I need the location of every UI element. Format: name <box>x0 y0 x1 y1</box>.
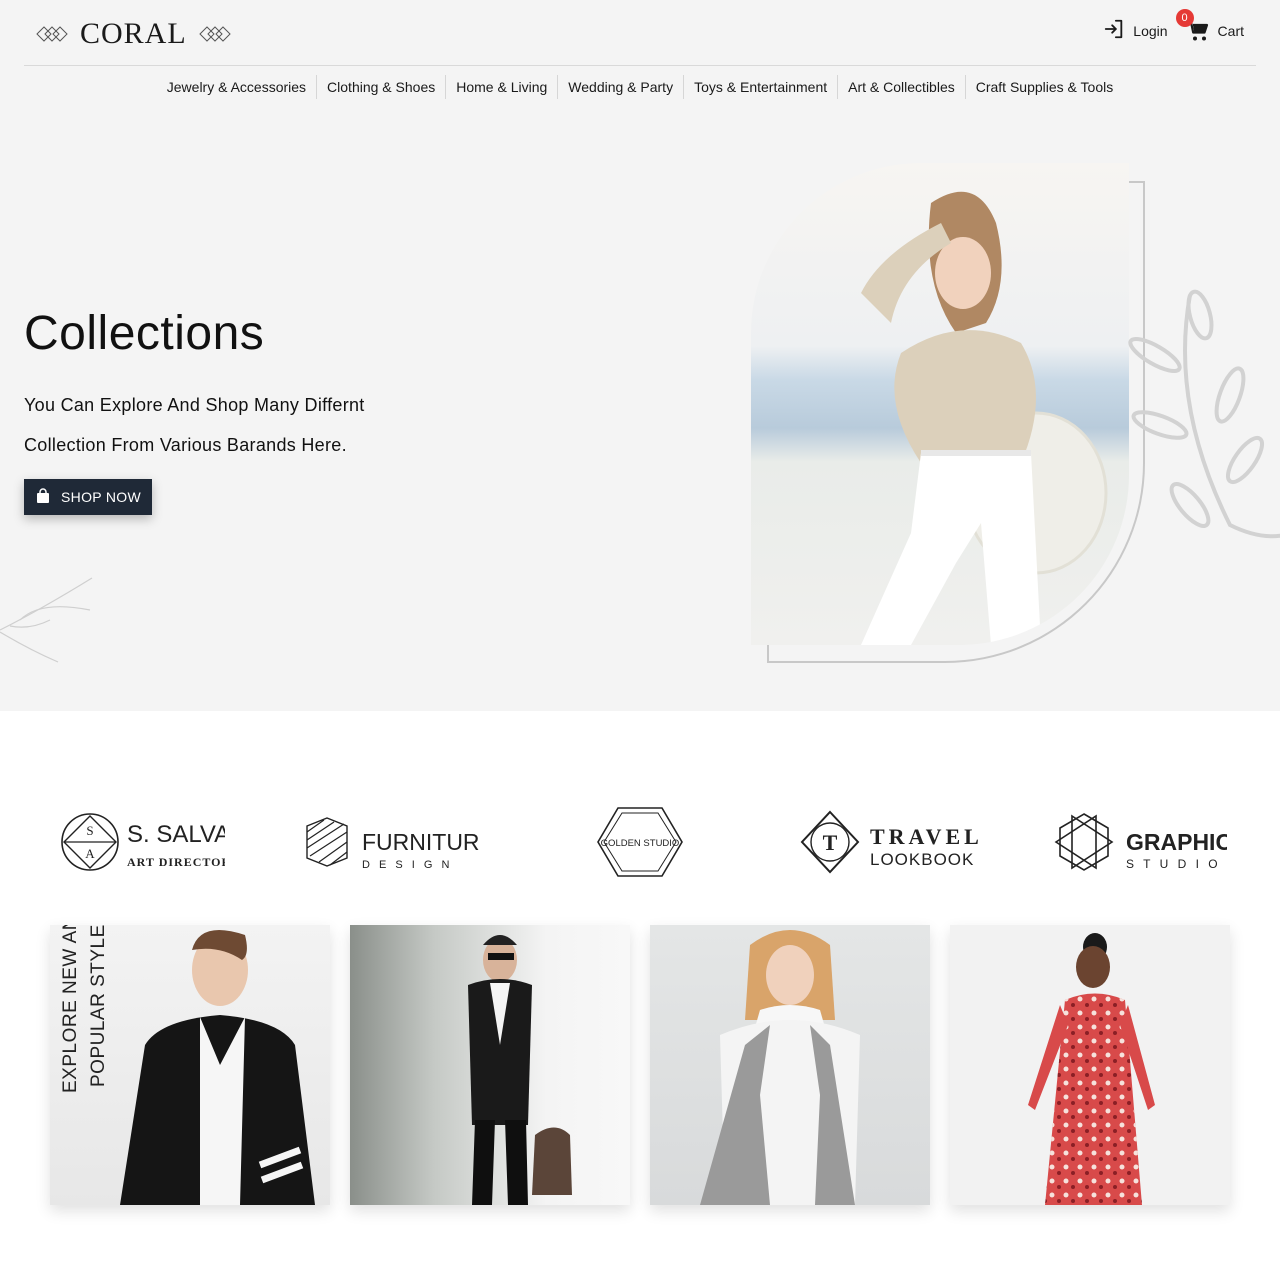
shop-now-button[interactable]: SHOP NOW <box>24 479 152 515</box>
collection-card[interactable] <box>950 925 1230 1205</box>
nav-item-art[interactable]: Art & Collectibles <box>837 75 965 99</box>
brand-name: GOLDEN STUDIO <box>601 838 680 849</box>
brand-name: S. SALVA <box>127 821 225 848</box>
brand-tagline: ART DIRECTOR <box>127 855 225 869</box>
shopping-bag-icon <box>35 487 51 507</box>
collection-card[interactable] <box>350 925 630 1205</box>
brand-mark-letter: A <box>85 846 95 861</box>
collection-card[interactable]: EXPLORE NEW AND POPULAR STYLES <box>50 925 330 1205</box>
category-nav: Jewelry & Accessories Clothing & Shoes H… <box>0 74 1280 100</box>
nav-item-clothing[interactable]: Clothing & Shoes <box>316 75 445 99</box>
brand-tagline: S T U D I O <box>1126 857 1221 871</box>
cart-count-badge: 0 <box>1175 8 1194 27</box>
promo-line: POPULAR STYLES <box>88 925 109 1087</box>
login-icon <box>1103 18 1125 43</box>
promo-line: EXPLORE NEW AND <box>60 925 81 1093</box>
brand-logo-travel-lookbook[interactable]: T TRAVEL LOOKBOOK <box>800 800 980 884</box>
nav-item-home[interactable]: Home & Living <box>445 75 557 99</box>
promo-vertical-text: EXPLORE NEW AND POPULAR STYLES <box>56 925 116 1095</box>
brand-logo-s-salva[interactable]: S A S. SALVA ART DIRECTOR <box>60 800 225 884</box>
logo[interactable]: CORAL <box>36 14 231 54</box>
diamond-ornament-icon <box>198 26 231 42</box>
hero-section: CORAL Login 0 Cart Jewelry & Accessories… <box>0 0 1280 711</box>
nav-item-jewelry[interactable]: Jewelry & Accessories <box>157 75 316 99</box>
header-actions: Login 0 Cart <box>1103 8 1244 43</box>
shop-now-label: SHOP NOW <box>61 489 141 505</box>
collection-card[interactable] <box>650 925 930 1205</box>
collection-cards: EXPLORE NEW AND POPULAR STYLES <box>50 925 1230 1205</box>
hero-model-photo <box>751 163 1129 645</box>
leaf-branch-decoration-icon <box>1110 285 1280 570</box>
diamond-ornament-icon <box>36 26 68 42</box>
cart-button[interactable]: 0 Cart <box>1175 8 1244 43</box>
brand-logos: S A S. SALVA ART DIRECTOR FURNITURE D E … <box>0 800 1280 884</box>
brand-name: GRAPHIC <box>1126 829 1227 855</box>
hero-subtitle-line: You Can Explore And Shop Many Differnt <box>24 395 365 415</box>
hero-subtitle: You Can Explore And Shop Many Differnt C… <box>24 385 444 465</box>
nav-item-toys[interactable]: Toys & Entertainment <box>683 75 837 99</box>
photo-frame-outline <box>1129 181 1145 183</box>
brand-tagline: D E S I G N <box>362 859 452 871</box>
login-button[interactable]: Login <box>1103 18 1168 43</box>
brand-name: FURNITURE <box>362 829 479 855</box>
nav-item-wedding[interactable]: Wedding & Party <box>557 75 683 99</box>
login-label: Login <box>1133 22 1168 39</box>
brand-logo-furniture[interactable]: FURNITURE D E S I G N <box>304 800 479 884</box>
brand-name: TRAVEL <box>870 824 980 849</box>
branch-decoration-icon <box>0 570 100 675</box>
site-header: CORAL Login 0 Cart <box>24 0 1256 66</box>
nav-item-craft[interactable]: Craft Supplies & Tools <box>964 75 1123 99</box>
brand-logo-graphic-studio[interactable]: GRAPHIC S T U D I O <box>1052 800 1227 884</box>
brand-logo-golden-studio[interactable]: GOLDEN STUDIO <box>596 800 684 884</box>
cart-label: Cart <box>1217 22 1244 39</box>
logo-text: CORAL <box>80 17 187 50</box>
cart-icon: 0 <box>1175 8 1210 43</box>
brand-mark-letter: S <box>86 823 93 838</box>
brand-mark-letter: T <box>823 830 838 855</box>
hero-title: Collections <box>24 307 265 360</box>
brand-tagline: LOOKBOOK <box>870 850 974 869</box>
hero-subtitle-line: Collection From Various Barands Here. <box>24 435 347 455</box>
